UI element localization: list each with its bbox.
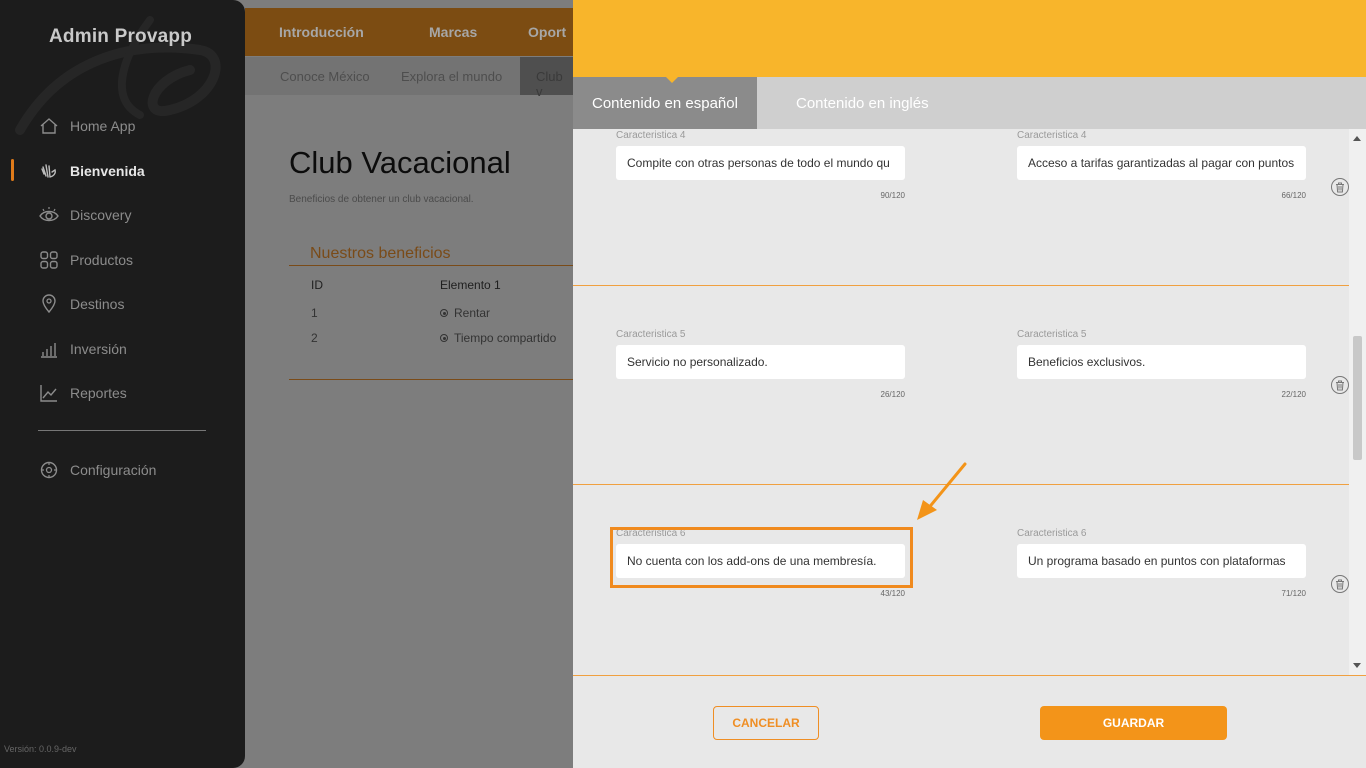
save-button[interactable]: GUARDAR — [1040, 706, 1227, 740]
field-label-es: Caracteristica 5 — [616, 329, 686, 340]
table-row[interactable]: Rentar — [440, 306, 490, 320]
scroll-down-icon[interactable] — [1353, 663, 1361, 668]
characteristic-input-es[interactable]: Servicio no personalizado. — [616, 345, 905, 379]
location-pin-icon — [38, 293, 60, 315]
page-subtitle: Beneficios de obtener un club vacacional… — [289, 194, 474, 205]
sidebar-item-home-app[interactable]: Home App — [38, 111, 135, 141]
table-cell-value: Rentar — [454, 306, 491, 320]
bar-chart-icon — [38, 338, 60, 360]
sidebar-item-label: Bienvenida — [70, 163, 145, 179]
benefits-title: Nuestros beneficios — [310, 245, 451, 262]
characteristic-input-en[interactable]: Acceso a tarifas garantizadas al pagar c… — [1017, 146, 1306, 180]
scroll-up-icon[interactable] — [1353, 136, 1361, 141]
wave-hand-icon — [38, 160, 60, 182]
sidebar-divider — [38, 430, 206, 431]
home-icon — [38, 115, 60, 137]
tab-contenido-ingles[interactable]: Contenido en inglés — [777, 77, 948, 129]
highlight-box — [610, 527, 913, 588]
edit-drawer: Contenido en español Contenido en inglés… — [573, 0, 1366, 768]
table-cell-id: 2 — [311, 331, 318, 345]
sidebar-item-inversion[interactable]: Inversión — [38, 334, 127, 364]
characteristic-input-en[interactable]: Un programa basado en puntos con platafo… — [1017, 544, 1306, 578]
version-label: Versión: 0.0.9-dev — [4, 744, 77, 754]
tab-oportunidades[interactable]: Oport — [528, 24, 566, 40]
characteristic-input-en[interactable]: Beneficios exclusivos. — [1017, 345, 1306, 379]
radio-icon — [440, 309, 448, 317]
sidebar-item-productos[interactable]: Productos — [38, 245, 133, 275]
char-count-en: 22/120 — [1281, 390, 1306, 399]
page-title: Club Vacacional — [289, 145, 511, 180]
trash-icon[interactable] — [1331, 178, 1349, 196]
brand-title: Admin Provapp — [49, 26, 193, 47]
char-count-es: 26/120 — [880, 390, 905, 399]
sidebar-item-bienvenida[interactable]: Bienvenida — [11, 156, 145, 186]
sidebar-item-label: Home App — [70, 118, 136, 134]
field-label-es: Caracteristica 4 — [616, 130, 686, 141]
language-tabs: Contenido en español Contenido en inglés — [573, 76, 1366, 129]
sidebar-item-label: Inversión — [70, 341, 127, 357]
trash-icon[interactable] — [1331, 376, 1349, 394]
tab-contenido-espanol[interactable]: Contenido en español — [573, 76, 757, 129]
gear-icon — [38, 459, 60, 481]
grid-icon — [38, 249, 60, 271]
sidebar-item-configuracion[interactable]: Configuración — [38, 455, 156, 485]
tab-introduccion[interactable]: Introducción — [279, 24, 364, 40]
arrow-pointer-icon — [917, 462, 967, 520]
drawer-footer: CANCELAR GUARDAR — [573, 675, 1366, 768]
subtab-explora-el-mundo[interactable]: Explora el mundo — [401, 69, 502, 84]
char-count-es: 90/120 — [880, 191, 905, 200]
cancel-button[interactable]: CANCELAR — [713, 706, 819, 740]
sidebar-item-label: Discovery — [70, 207, 132, 223]
table-cell-value: Tiempo compartido — [454, 331, 557, 345]
subtab-conoce-mexico[interactable]: Conoce México — [280, 69, 370, 84]
active-indicator — [11, 159, 14, 181]
scrollbar[interactable] — [1349, 129, 1366, 675]
field-label-en: Caracteristica 4 — [1017, 130, 1087, 141]
drawer-header — [573, 0, 1366, 77]
field-label-en: Caracteristica 6 — [1017, 528, 1087, 539]
table-row[interactable]: Tiempo compartido — [440, 331, 556, 345]
table-cell-id: 1 — [311, 306, 318, 320]
table-header-id: ID — [311, 278, 323, 292]
characteristic-input-es[interactable]: Compite con otras personas de todo el mu… — [616, 146, 905, 180]
sidebar-item-label: Productos — [70, 252, 134, 268]
characteristics-list[interactable]: Caracteristica 4 Compite con otras perso… — [573, 129, 1349, 675]
sidebar-item-label: Configuración — [70, 462, 157, 478]
sidebar-item-label: Destinos — [70, 296, 125, 312]
trash-icon[interactable] — [1331, 575, 1349, 593]
line-chart-icon — [38, 382, 60, 404]
char-count-en: 66/120 — [1281, 191, 1306, 200]
sidebar-item-discovery[interactable]: Discovery — [38, 200, 131, 230]
eye-icon — [38, 204, 60, 226]
table-bottom-divider — [289, 379, 579, 380]
table-header-elemento: Elemento 1 — [440, 278, 501, 292]
sidebar-item-reportes[interactable]: Reportes — [38, 378, 127, 408]
char-count-es: 43/120 — [880, 589, 905, 598]
char-count-en: 71/120 — [1281, 589, 1306, 598]
sidebar-item-destinos[interactable]: Destinos — [38, 289, 124, 319]
top-navigation: Introducción Marcas Oport — [245, 8, 585, 56]
characteristic-row: Caracteristica 5 Servicio no personaliza… — [573, 285, 1349, 485]
sidebar: Admin Provapp Home App Bienvenida Discov… — [0, 0, 245, 768]
sidebar-item-label: Reportes — [70, 385, 127, 401]
benefits-divider — [289, 265, 579, 266]
radio-icon — [440, 334, 448, 342]
field-label-en: Caracteristica 5 — [1017, 329, 1087, 340]
characteristic-row: Caracteristica 4 Compite con otras perso… — [573, 129, 1349, 286]
tab-marcas[interactable]: Marcas — [429, 24, 477, 40]
sub-navigation: Conoce México Explora el mundo Club v — [245, 57, 585, 99]
scrollbar-thumb[interactable] — [1353, 336, 1362, 460]
